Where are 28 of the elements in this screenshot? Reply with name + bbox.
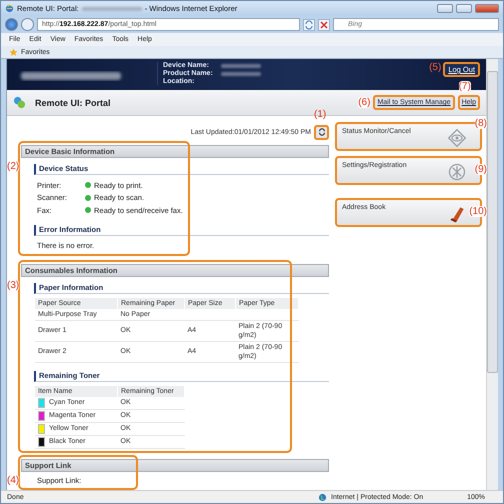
page-title: Remote UI: Portal: [35, 98, 111, 108]
callout-number: (6): [358, 97, 370, 108]
blurred-text: [221, 64, 261, 68]
maximize-button[interactable]: [456, 4, 472, 13]
portal-icon: [13, 96, 26, 109]
blurred-text: [82, 6, 142, 10]
gear-icon: [447, 162, 467, 182]
blurred-text: [221, 72, 261, 76]
refresh-icon: [318, 128, 326, 136]
globe-icon: [318, 492, 327, 502]
callout-number: (5): [429, 62, 442, 73]
browser-icon: [5, 4, 14, 13]
callout-number: (8): [474, 118, 487, 129]
callout-number: (4): [7, 474, 20, 486]
callout-number: (3): [7, 280, 20, 290]
minimize-button[interactable]: [437, 4, 453, 13]
close-button[interactable]: [475, 4, 499, 13]
callout-number: (7): [458, 81, 471, 92]
forward-button[interactable]: [21, 18, 34, 31]
callout-number: (2): [7, 161, 20, 172]
callout-number: (1): [314, 108, 326, 120]
back-button[interactable]: [5, 18, 18, 31]
refresh-button[interactable]: [314, 124, 329, 140]
stop-icon[interactable]: [318, 18, 330, 30]
star-icon: [9, 48, 18, 56]
eye-icon: [447, 128, 467, 148]
callout-number: (10): [469, 206, 487, 217]
refresh-icon[interactable]: [303, 18, 315, 30]
